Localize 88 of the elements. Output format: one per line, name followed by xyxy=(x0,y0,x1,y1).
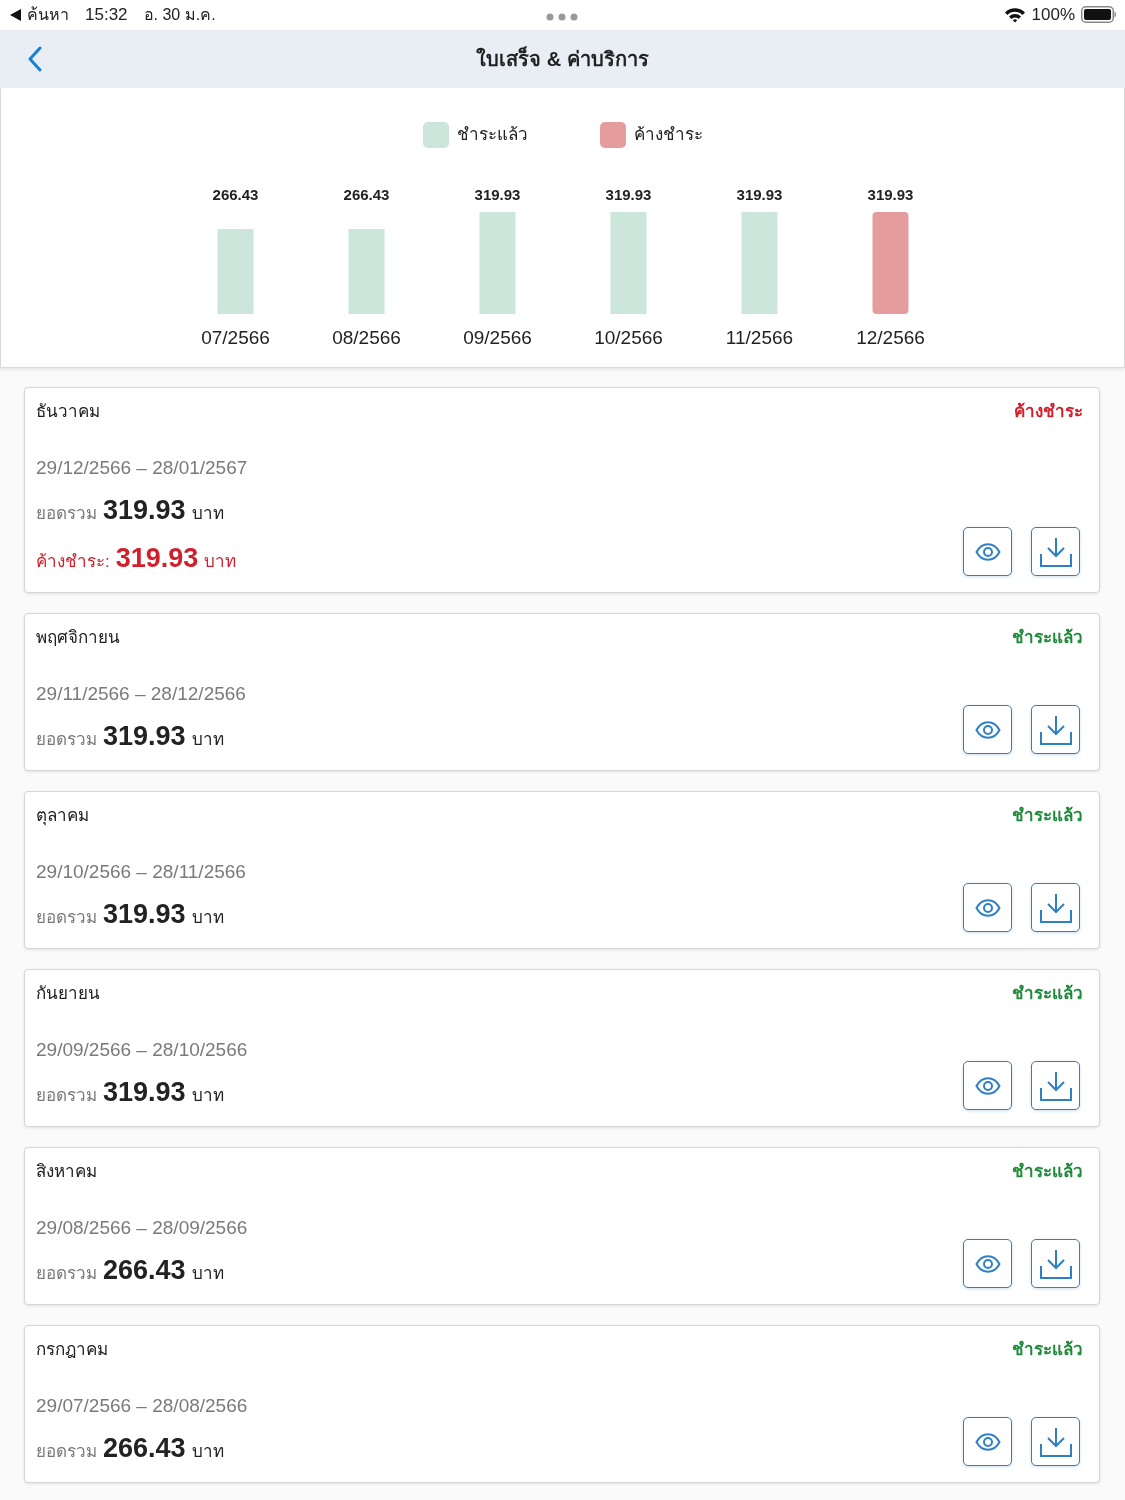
download-icon xyxy=(1039,892,1072,923)
view-button[interactable] xyxy=(963,705,1012,754)
total-amount: 319.93 xyxy=(103,1076,186,1109)
page-title: ใบเสร็จ & ค่าบริการ xyxy=(476,47,649,71)
status-time: 15:32 xyxy=(85,4,128,26)
download-button[interactable] xyxy=(1031,705,1080,754)
total-label: ยอดรวม xyxy=(36,1263,97,1285)
value-label: 266.43 xyxy=(212,186,258,203)
value-label: 319.93 xyxy=(867,186,913,203)
download-button[interactable] xyxy=(1031,1239,1080,1288)
back-button[interactable] xyxy=(28,46,42,72)
total-label: ยอดรวม xyxy=(36,503,97,525)
eye-icon xyxy=(974,1432,1001,1451)
battery-percent: 100% xyxy=(1031,4,1075,26)
download-icon xyxy=(1039,714,1072,745)
view-button[interactable] xyxy=(963,1239,1012,1288)
total-amount: 319.93 xyxy=(103,720,186,753)
currency-label: บาท xyxy=(191,1085,224,1107)
eye-icon xyxy=(974,1254,1001,1273)
download-icon xyxy=(1039,1070,1072,1101)
value-label: 319.93 xyxy=(736,186,782,203)
total-amount: 266.43 xyxy=(103,1432,186,1465)
outstanding-amount: 319.93 xyxy=(115,542,199,575)
battery-icon xyxy=(1081,6,1117,24)
total-label: ยอดรวม xyxy=(36,729,97,751)
chevron-left-icon xyxy=(28,46,42,72)
download-button[interactable] xyxy=(1031,883,1080,932)
bill-status: ชำระแล้ว xyxy=(1012,627,1083,649)
view-button[interactable] xyxy=(963,1417,1012,1466)
total-label: ยอดรวม xyxy=(36,1441,97,1463)
category-label: 08/2566 xyxy=(331,327,401,348)
status-date: อ. 30 ม.ค. xyxy=(143,5,216,25)
bill-month: พฤศจิกายน xyxy=(36,627,120,649)
download-button[interactable] xyxy=(1031,527,1080,576)
bill-status: ค้างชำระ xyxy=(1014,401,1083,423)
legend-label: ค้างชำระ xyxy=(633,124,703,146)
value-label: 319.93 xyxy=(605,186,651,203)
bill-month: สิงหาคม xyxy=(36,1161,97,1183)
bill-status: ชำระแล้ว xyxy=(1012,1161,1083,1183)
eye-icon xyxy=(974,1076,1001,1095)
bill-month: กรกฎาคม xyxy=(36,1339,108,1361)
eye-icon xyxy=(974,720,1001,739)
currency-label: บาท xyxy=(204,551,237,573)
bill-period: 29/10/2566 – 28/11/2566 xyxy=(36,860,247,884)
category-label: 07/2566 xyxy=(200,327,270,348)
download-icon xyxy=(1039,1426,1072,1457)
view-button[interactable] xyxy=(963,1061,1012,1110)
back-triangle-icon xyxy=(10,9,21,21)
total-label: ยอดรวม xyxy=(36,1085,97,1107)
bill-period: 29/08/2566 – 28/09/2566 xyxy=(36,1216,249,1240)
total-amount: 319.93 xyxy=(103,494,186,527)
bill-month: ตุลาคม xyxy=(36,805,89,828)
eye-icon xyxy=(974,898,1001,917)
currency-label: บาท xyxy=(191,1263,224,1285)
outstanding-label: ค้างชำระ: xyxy=(36,551,110,573)
download-icon xyxy=(1039,536,1072,567)
category-label: 12/2566 xyxy=(855,327,925,348)
currency-label: บาท xyxy=(191,1441,224,1463)
total-amount: 266.43 xyxy=(103,1254,186,1287)
bill-status: ชำระแล้ว xyxy=(1012,805,1083,827)
view-button[interactable] xyxy=(963,527,1012,576)
multitasking-dots-icon[interactable] xyxy=(546,13,578,21)
legend-label: ชำระแล้ว xyxy=(456,124,528,146)
bill-status: ชำระแล้ว xyxy=(1012,983,1083,1005)
category-label: 10/2566 xyxy=(593,327,663,348)
bill-month: กันยายน xyxy=(36,983,100,1005)
download-button[interactable] xyxy=(1031,1061,1080,1110)
bill-status: ชำระแล้ว xyxy=(1012,1339,1083,1361)
back-to-app-label[interactable]: ค้นหา xyxy=(27,5,69,25)
category-label: 09/2566 xyxy=(462,327,532,348)
bill-period: 29/09/2566 – 28/10/2566 xyxy=(36,1038,249,1062)
eye-icon xyxy=(974,542,1001,561)
total-amount: 319.93 xyxy=(103,898,186,931)
bill-month: ธันวาคม xyxy=(36,401,100,423)
currency-label: บาท xyxy=(191,729,224,751)
currency-label: บาท xyxy=(191,907,224,929)
value-label: 319.93 xyxy=(474,186,520,203)
category-label: 11/2566 xyxy=(725,327,793,348)
wifi-icon xyxy=(1003,7,1026,23)
bill-period: 29/07/2566 – 28/08/2566 xyxy=(36,1394,249,1418)
bill-period: 29/11/2566 – 28/12/2566 xyxy=(36,682,247,706)
currency-label: บาท xyxy=(191,503,224,525)
value-label: 266.43 xyxy=(343,186,389,203)
download-button[interactable] xyxy=(1031,1417,1080,1466)
view-button[interactable] xyxy=(963,883,1012,932)
download-icon xyxy=(1039,1248,1072,1279)
total-label: ยอดรวม xyxy=(36,907,97,929)
bill-period: 29/12/2566 – 28/01/2567 xyxy=(36,456,249,480)
